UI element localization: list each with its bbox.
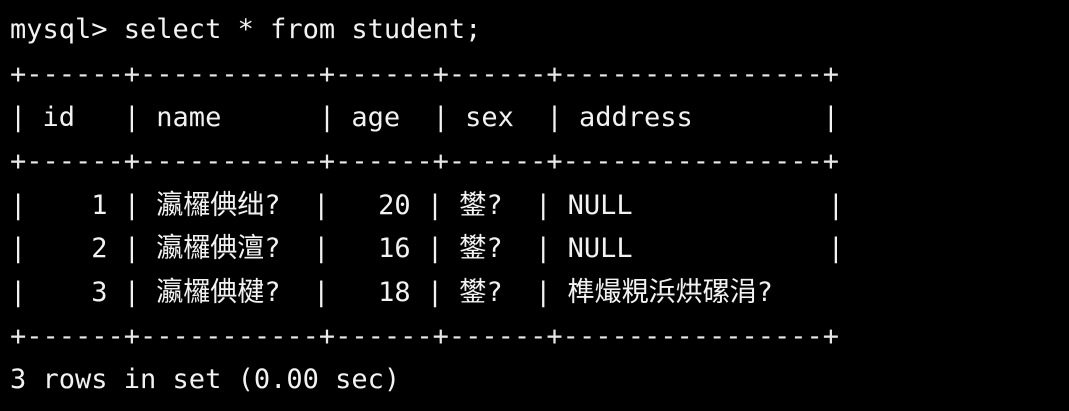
table-border-top: +------+-----------+------+------+------… (10, 59, 840, 90)
terminal-window[interactable]: mysql> select * from student; +------+--… (0, 0, 1069, 411)
table-row: | 3 | 瀛欏倎楗? | 18 | 鐢? | 榫熶粯浜烘磥涓? (10, 277, 773, 308)
query-result-summary: 3 rows in set (0.00 sec) (10, 364, 401, 395)
table-border-bottom: +------+-----------+------+------+------… (10, 321, 840, 352)
table-header-row: | id | name | age | sex | address | (10, 102, 840, 133)
table-row: | 1 | 瀛欏倎绌? | 20 | 鐢? | NULL | (10, 190, 844, 221)
table-border-header: +------+-----------+------+------+------… (10, 146, 840, 177)
mysql-prompt-line: mysql> select * from student; (10, 14, 482, 45)
table-row: | 2 | 瀛欏倎澶? | 16 | 鐢? | NULL | (10, 233, 844, 264)
